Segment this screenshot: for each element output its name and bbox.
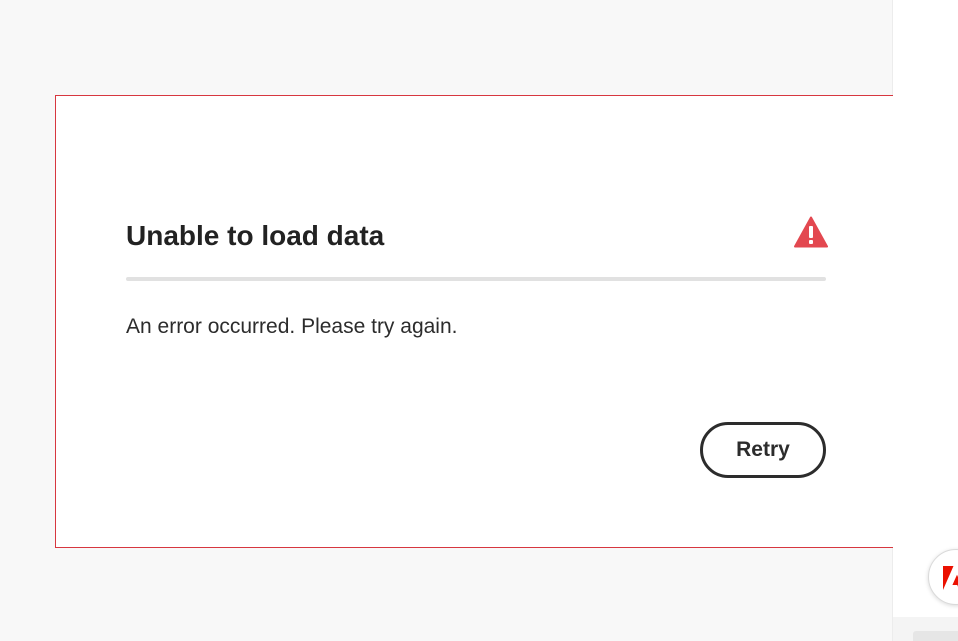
error-card: Unable to load data An error occurred. P…	[55, 95, 893, 548]
title-divider	[126, 277, 826, 281]
error-title: Unable to load data	[126, 220, 385, 251]
adobe-logo-icon	[943, 566, 958, 590]
right-side-panel	[892, 0, 958, 641]
side-panel-footer	[893, 617, 958, 641]
alert-triangle-icon	[794, 216, 828, 248]
retry-button[interactable]: Retry	[700, 422, 826, 478]
error-message: An error occurred. Please try again.	[126, 315, 458, 338]
side-panel-footer-tab[interactable]	[913, 631, 958, 641]
